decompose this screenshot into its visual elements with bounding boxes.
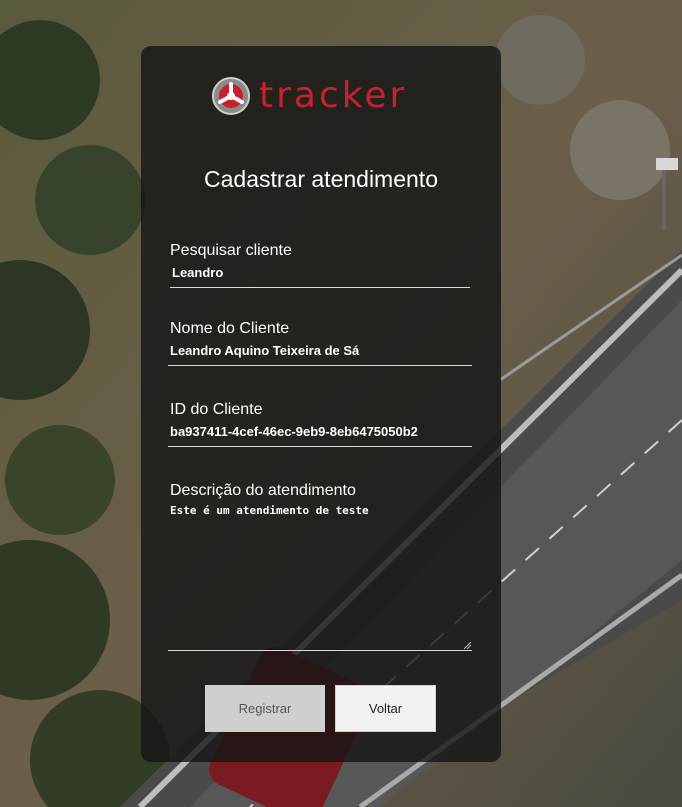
tracker-logo: tracker xyxy=(211,74,433,118)
client-name-input[interactable] xyxy=(168,339,472,366)
logo-wordmark: tracker xyxy=(259,75,408,116)
back-button[interactable]: Voltar xyxy=(335,685,436,732)
client-name-field: Nome do Cliente xyxy=(168,319,472,366)
search-client-input[interactable] xyxy=(170,261,470,288)
client-name-label: Nome do Cliente xyxy=(170,320,290,337)
register-service-card: tracker Cadastrar atendimento Pesquisar … xyxy=(141,46,501,762)
service-description-label: Descrição do atendimento xyxy=(170,482,356,499)
search-client-field: Pesquisar cliente xyxy=(170,241,470,288)
service-description-textarea[interactable]: Este é um atendimento de teste xyxy=(168,501,472,651)
search-client-label: Pesquisar cliente xyxy=(170,242,292,259)
page-title: Cadastrar atendimento xyxy=(204,166,438,192)
client-id-field: ID do Cliente xyxy=(168,400,472,447)
register-button[interactable]: Registrar xyxy=(205,685,325,732)
resize-grip-icon[interactable] xyxy=(464,642,471,649)
client-id-input[interactable] xyxy=(168,420,472,447)
client-id-label: ID do Cliente xyxy=(170,401,263,418)
service-description-field: Descrição do atendimento Este é um atend… xyxy=(168,481,472,651)
tracker-logo-mark-icon xyxy=(212,77,250,115)
